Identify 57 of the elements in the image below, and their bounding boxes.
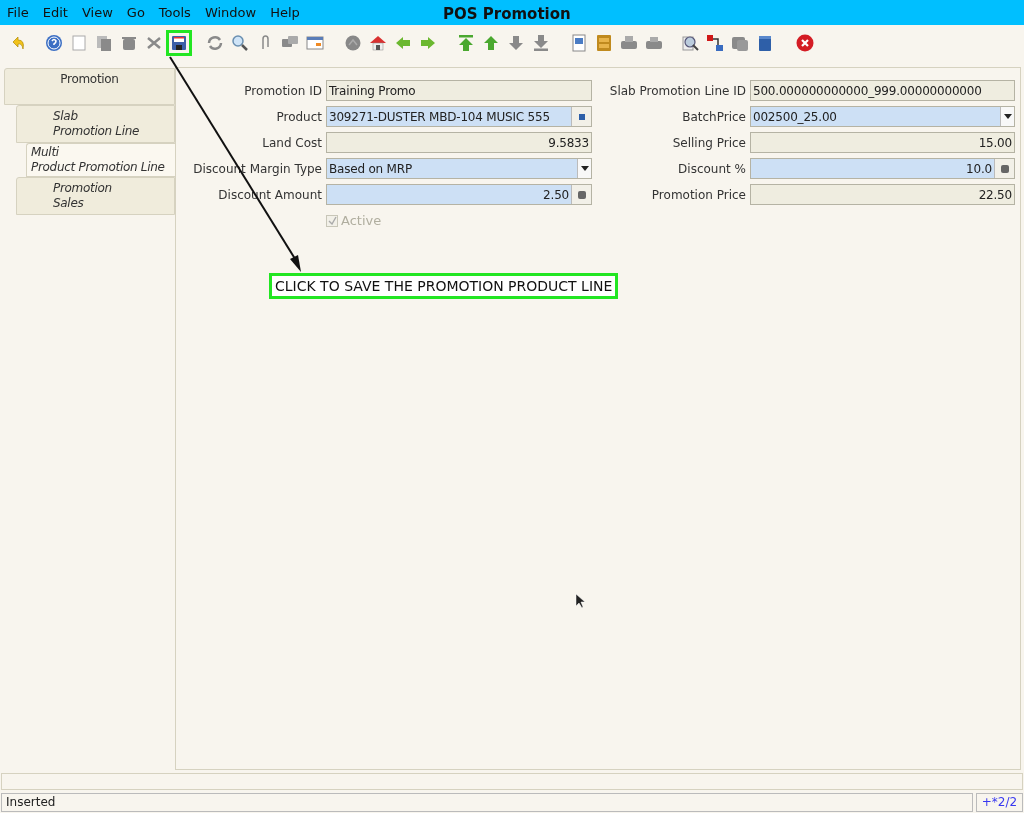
save-icon[interactable] [169,33,189,53]
field-label: BatchPrice [681,108,746,126]
checkbox-label: Active [341,212,382,230]
field-label: Discount % [677,160,746,178]
zoom-icon[interactable] [680,33,700,53]
copy-icon[interactable] [94,33,114,53]
menu-item[interactable]: Window [204,2,257,23]
tab[interactable]: Promotion [4,68,175,105]
calculator-button[interactable] [994,159,1014,178]
dropdown-button[interactable] [1000,107,1014,126]
search-icon[interactable] [230,33,250,53]
field-label: Promotion ID [243,82,322,100]
calculator-button[interactable] [571,185,591,204]
field-label: Land Cost [261,134,322,152]
input-field[interactable]: 309271-DUSTER MBD-104 MUSIC 555 [326,106,592,127]
field-label: Slab Promotion Line ID [608,82,746,100]
help-icon[interactable] [44,33,64,53]
dropdown-button[interactable] [577,159,591,178]
tab[interactable]: Slab Promotion Line [16,105,175,143]
callout: CLICK TO SAVE THE PROMOTION PRODUCT LINE [269,273,619,299]
close-icon[interactable] [795,33,815,53]
input-field[interactable]: 10.0 [750,158,1015,179]
menu-item[interactable]: Help [270,2,300,23]
input-field[interactable]: Training Promo [326,80,592,101]
menu-item[interactable]: Go [126,2,145,23]
caret-icon [1003,114,1012,119]
first-record-icon[interactable] [456,33,476,53]
input-field[interactable]: 22.50 [750,184,1015,205]
report-icon[interactable] [569,33,589,53]
input-field[interactable]: 500.000000000000_999.00000000000 [750,80,1015,101]
menu-item[interactable]: File [7,2,29,23]
menu-item[interactable]: Tools [158,2,191,23]
window-title: POS Promotion [443,4,571,25]
input-field[interactable]: 002500_25.00 [750,106,1015,127]
workflow-icon[interactable] [705,33,725,53]
input-field[interactable]: 9.5833 [326,132,592,153]
caret-icon [580,166,589,171]
status-message: Inserted [1,793,973,812]
lookup-button[interactable] [571,107,591,126]
field-label: Product [275,108,322,126]
circle-icon[interactable] [343,33,363,53]
tab[interactable]: Promotion Sales [16,177,175,215]
field-label: Promotion Price [650,186,746,204]
input-field[interactable]: 15.00 [750,132,1015,153]
refresh-icon[interactable] [205,33,225,53]
last-record-icon[interactable] [531,33,551,53]
menu-item[interactable]: Edit [42,2,68,23]
calendar-icon[interactable] [305,33,325,53]
input-field[interactable]: 2.50 [326,184,592,205]
record-indicator[interactable]: +*2/2 [976,793,1023,812]
home-icon[interactable] [368,33,388,53]
menu-item[interactable]: View [81,2,113,23]
input-field[interactable]: Based on MRP [326,158,592,179]
field-label: Selling Price [671,134,746,152]
mouse-cursor-icon [575,593,585,609]
archive-icon[interactable] [594,33,614,53]
tab[interactable]: Multi Product Promotion Line [26,143,175,177]
